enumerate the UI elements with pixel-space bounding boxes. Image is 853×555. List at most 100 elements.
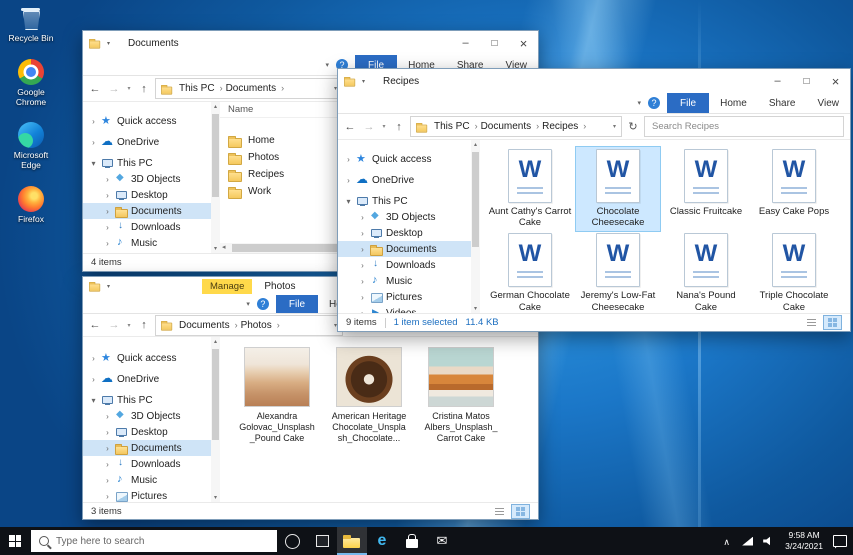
sidebar-item[interactable]: › Quick access (338, 151, 471, 167)
details-view-icon[interactable] (490, 504, 509, 519)
expand-chevron-icon[interactable]: › (103, 444, 112, 453)
expand-chevron-icon[interactable]: › (103, 223, 112, 232)
photo-item[interactable]: Cristina Matos Albers_Unsplash_Carrot Ca… (422, 347, 500, 443)
address-box[interactable]: DocumentsPhotos ▾ (155, 315, 343, 336)
minimize-button[interactable] (763, 69, 792, 93)
sidebar-item[interactable]: › Videos (338, 305, 471, 313)
thumbnail-view-icon[interactable] (823, 315, 842, 330)
expand-chevron-icon[interactable]: › (344, 176, 353, 185)
sidebar-item[interactable]: ▾ This PC (338, 193, 471, 209)
minimize-button[interactable] (451, 31, 480, 55)
details-view-icon[interactable] (802, 315, 821, 330)
sidebar-scrollbar[interactable] (211, 102, 220, 253)
sidebar-item[interactable]: › Downloads (83, 219, 211, 235)
expand-chevron-icon[interactable]: › (103, 476, 112, 485)
cortana-button[interactable] (277, 527, 307, 555)
sidebar-item[interactable]: ▾ This PC (83, 155, 211, 171)
scrollbar-thumb[interactable] (212, 349, 219, 440)
sidebar-item[interactable]: › Pictures (338, 289, 471, 305)
desktop-icon[interactable]: Recycle Bin (4, 5, 58, 44)
expand-chevron-icon[interactable]: › (358, 261, 367, 270)
ribbon-collapse-icon[interactable]: ▾ (637, 99, 641, 107)
ribbon-collapse-icon[interactable]: ▾ (325, 61, 329, 69)
sidebar-item[interactable]: › Quick access (83, 113, 211, 129)
sidebar-item[interactable]: › 3D Objects (83, 171, 211, 187)
sidebar-item[interactable]: › Desktop (83, 424, 211, 440)
sidebar-item[interactable]: › OneDrive (83, 134, 211, 150)
expand-chevron-icon[interactable]: › (358, 293, 367, 302)
breadcrumb-item[interactable]: Documents (481, 121, 543, 132)
address-box[interactable]: This PCDocuments ▾ (155, 78, 343, 99)
sidebar-item[interactable]: › Documents (83, 203, 211, 219)
sidebar-item[interactable]: › Downloads (338, 257, 471, 273)
breadcrumb-item[interactable]: Documents (179, 320, 241, 331)
sidebar-item[interactable]: › Pictures (83, 251, 211, 253)
ribbon-tab[interactable]: Home (709, 93, 758, 113)
file-item[interactable]: Jeremy's Low-Fat Cheesecake (576, 231, 660, 313)
file-item[interactable]: Chocolate Cheesecake (576, 147, 660, 231)
hidden-icons-button[interactable] (716, 527, 737, 555)
photo-item[interactable]: Alexandra Golovac_Unsplash_Pound Cake (238, 347, 316, 443)
forward-button[interactable] (106, 319, 122, 331)
desktop-icon[interactable]: Google Chrome (4, 59, 58, 108)
forward-button[interactable] (361, 121, 377, 133)
expand-chevron-icon[interactable]: › (89, 117, 98, 126)
refresh-icon[interactable] (625, 120, 641, 133)
scrollbar-thumb[interactable] (212, 114, 219, 197)
edge-button[interactable] (367, 527, 397, 555)
recent-locations-icon[interactable]: ▾ (380, 123, 388, 130)
expand-chevron-icon[interactable]: › (103, 207, 112, 216)
file-explorer-button[interactable] (337, 527, 367, 555)
ribbon-tab[interactable]: Share (758, 93, 807, 113)
sidebar-item[interactable]: › Desktop (83, 187, 211, 203)
sidebar-scrollbar[interactable] (471, 140, 480, 313)
desktop-icon[interactable]: Firefox (4, 186, 58, 225)
sidebar-item[interactable]: › Music (83, 472, 211, 488)
expand-chevron-icon[interactable]: › (358, 309, 367, 314)
ribbon-tab[interactable]: View (807, 93, 851, 113)
maximize-button[interactable] (480, 31, 509, 55)
ribbon-collapse-icon[interactable]: ▾ (246, 300, 250, 308)
expand-chevron-icon[interactable]: › (89, 354, 98, 363)
file-item[interactable]: Easy Cake Pops (752, 147, 836, 231)
expand-chevron-icon[interactable]: › (103, 239, 112, 248)
scrollbar-thumb[interactable] (472, 152, 479, 247)
titlebar[interactable]: ▾ Recipes (338, 69, 850, 93)
expand-chevron-icon[interactable]: › (89, 138, 98, 147)
desktop-icon[interactable]: Microsoft Edge (4, 122, 58, 171)
taskbar-clock[interactable]: 9:58 AM 3/24/2021 (779, 527, 829, 555)
action-center-button[interactable] (829, 527, 850, 555)
file-item[interactable]: German Chocolate Cake (488, 231, 572, 313)
volume-button[interactable] (758, 527, 779, 555)
recent-locations-icon[interactable]: ▾ (125, 322, 133, 329)
sidebar-item[interactable]: ▾ This PC (83, 392, 211, 408)
expand-chevron-icon[interactable]: › (358, 277, 367, 286)
close-button[interactable] (821, 69, 850, 93)
breadcrumb-item[interactable]: This PC (434, 121, 481, 132)
breadcrumb-item[interactable]: Photos (241, 320, 283, 331)
sidebar-item[interactable]: › Desktop (338, 225, 471, 241)
sidebar-item[interactable]: › Pictures (83, 488, 211, 502)
start-button[interactable] (0, 527, 30, 555)
quick-access-toolbar-caret-icon[interactable]: ▾ (107, 283, 110, 290)
titlebar[interactable]: ▾ Documents (83, 31, 538, 55)
recent-locations-icon[interactable]: ▾ (125, 85, 133, 92)
expand-chevron-icon[interactable]: › (358, 213, 367, 222)
expand-chevron-icon[interactable]: › (103, 175, 112, 184)
up-button[interactable] (136, 319, 152, 331)
sidebar-item[interactable]: › Downloads (83, 456, 211, 472)
sidebar-item[interactable]: › OneDrive (338, 172, 471, 188)
forward-button[interactable] (106, 83, 122, 95)
address-dropdown-icon[interactable]: ▾ (613, 123, 616, 130)
sidebar-item[interactable]: › 3D Objects (338, 209, 471, 225)
breadcrumb-item[interactable]: This PC (179, 83, 226, 94)
back-button[interactable] (342, 121, 358, 133)
sidebar-item[interactable]: › Music (83, 235, 211, 251)
search-input[interactable]: Search Recipes (644, 116, 844, 137)
up-button[interactable] (136, 83, 152, 95)
photo-item[interactable]: American Heritage Chocolate_Unsplash_Cho… (330, 347, 408, 443)
task-view-button[interactable] (307, 527, 337, 555)
sidebar-item[interactable]: › Documents (83, 440, 211, 456)
mail-button[interactable] (427, 527, 457, 555)
quick-access-toolbar-caret-icon[interactable]: ▾ (107, 40, 110, 47)
